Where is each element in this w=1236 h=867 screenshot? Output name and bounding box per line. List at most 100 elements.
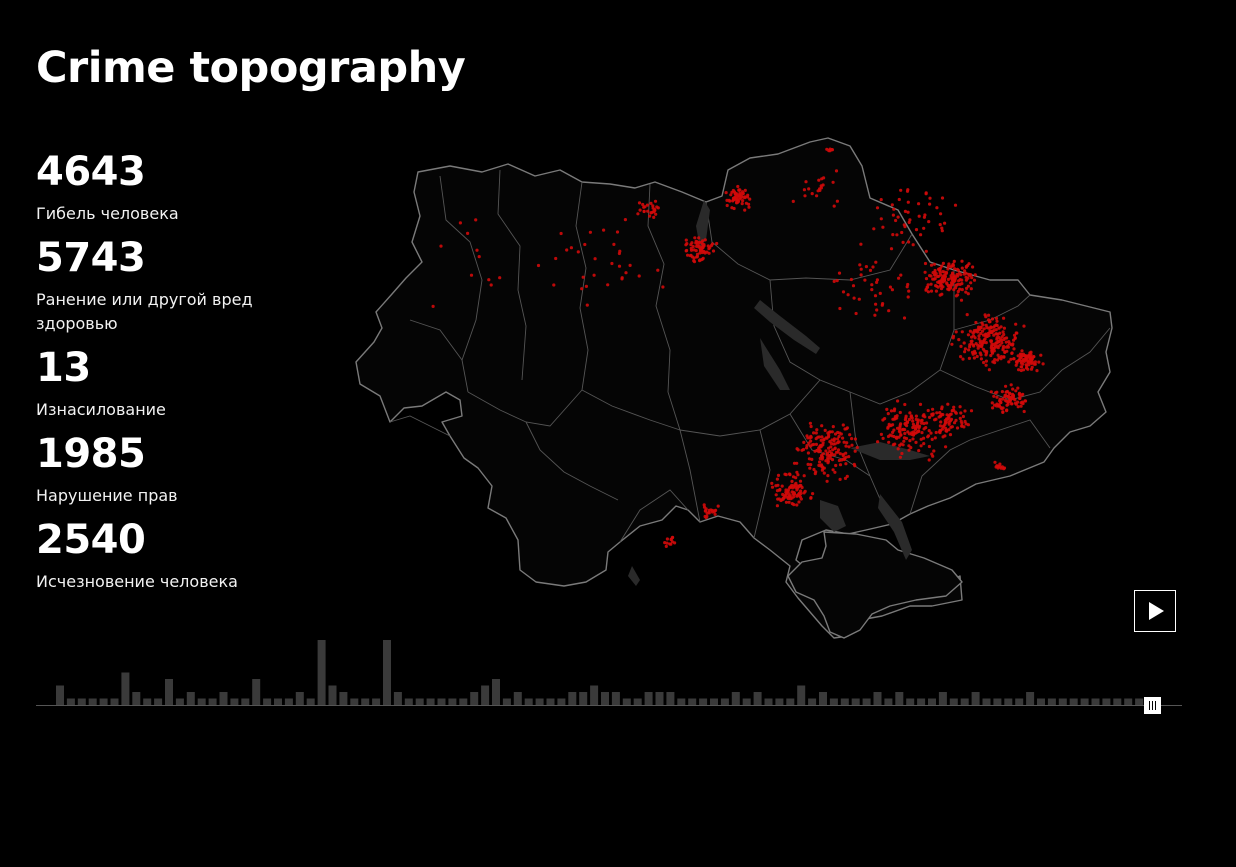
timeline-bar [1124, 698, 1133, 705]
timeline-bar [121, 672, 130, 705]
stat-label: Нарушение прав [36, 486, 178, 505]
incident-dot [892, 428, 896, 432]
incident-dot [1006, 402, 1010, 406]
incident-dot [606, 283, 610, 287]
incident-dot [945, 429, 949, 433]
timeline-bar [415, 698, 424, 705]
incident-dot [938, 431, 942, 435]
incident-dot [956, 274, 960, 278]
play-button[interactable] [1134, 590, 1176, 632]
timeline-bar [928, 698, 936, 705]
incident-dot [898, 410, 902, 415]
timeline-bar [677, 698, 686, 705]
incident-dot [923, 261, 928, 266]
incident-dot [1033, 362, 1037, 366]
incident-dot [984, 323, 988, 327]
timeline-bar [862, 698, 871, 705]
incident-dot [703, 238, 707, 242]
incident-dot [746, 193, 750, 197]
timeline-bar [263, 698, 272, 705]
incident-dot [944, 445, 948, 449]
incident-dot [665, 537, 669, 541]
incident-dot [977, 344, 982, 348]
timeline-bar [524, 698, 533, 705]
incident-dot [914, 414, 919, 418]
incident-dot [859, 242, 863, 246]
incident-dot [872, 227, 876, 231]
incident-dot [972, 330, 976, 334]
scrubber-handle-icon[interactable] [1144, 697, 1161, 714]
incident-dot [942, 274, 946, 278]
incident-dot [959, 355, 963, 359]
incident-dot [469, 273, 474, 277]
incident-dot [1027, 353, 1031, 357]
timeline-bar [459, 698, 468, 705]
timeline-bar [1113, 698, 1122, 705]
incident-dot [895, 233, 899, 237]
incident-dot [853, 449, 857, 453]
incident-dot [928, 415, 932, 419]
incident-dot [987, 320, 992, 324]
timeline-bar [535, 698, 544, 705]
incident-dot [953, 203, 958, 207]
incident-dot [932, 262, 937, 266]
incident-dot [1039, 353, 1043, 357]
timeline-bar [295, 692, 304, 705]
timeline-bar [829, 698, 838, 705]
incident-dot [778, 487, 782, 492]
incident-dot [969, 409, 974, 413]
incident-dot [1012, 347, 1016, 351]
incident-dot [1032, 355, 1036, 359]
timeline-bar [917, 698, 926, 705]
incident-dot [654, 212, 658, 216]
incident-dot [787, 500, 791, 504]
timeline-histogram[interactable] [36, 630, 1182, 710]
incident-dot [934, 430, 938, 435]
timeline-bar [252, 679, 261, 705]
incident-dot [907, 444, 911, 448]
incident-dot [971, 265, 975, 269]
incident-dot [969, 339, 973, 343]
timeline-bar [884, 698, 893, 705]
incident-dot [892, 434, 896, 439]
ukraine-map[interactable] [350, 130, 1125, 645]
incident-dot [906, 295, 910, 299]
timeline-bar [938, 692, 947, 705]
incident-dot [859, 267, 863, 271]
incident-dot [1001, 348, 1005, 352]
incident-dot [692, 260, 697, 264]
page-title: Crime topography [36, 43, 466, 93]
incident-dot [907, 448, 911, 452]
incident-dot [933, 436, 937, 440]
incident-dot [831, 468, 835, 472]
incident-dot [809, 496, 813, 500]
timeline-bar [710, 698, 718, 705]
incident-dot [584, 284, 588, 288]
incident-dot [841, 290, 846, 294]
incident-dot [903, 209, 908, 213]
incident-dot [736, 198, 740, 202]
timeline-bar [339, 692, 348, 705]
incident-dot [855, 445, 859, 450]
incident-dot [950, 342, 954, 346]
incident-dot [747, 202, 751, 206]
timeline-bar [644, 692, 653, 705]
incident-dot [1013, 398, 1017, 402]
timeline-bar [601, 692, 609, 705]
incident-dot [830, 430, 834, 434]
incident-dot [1022, 324, 1026, 328]
incident-dot [711, 249, 716, 253]
incident-dot [615, 230, 620, 234]
incident-dot [790, 502, 794, 506]
incident-dot [929, 282, 933, 286]
incident-dot [784, 473, 788, 477]
incident-dot [929, 263, 934, 267]
incident-dot [776, 497, 780, 501]
incident-dot [918, 402, 923, 406]
incident-dot [819, 184, 823, 188]
incident-dot [653, 199, 658, 203]
incident-dot [906, 200, 910, 204]
timeline-bar [1069, 698, 1078, 705]
incident-dot [984, 341, 988, 345]
incident-dot [474, 218, 478, 222]
